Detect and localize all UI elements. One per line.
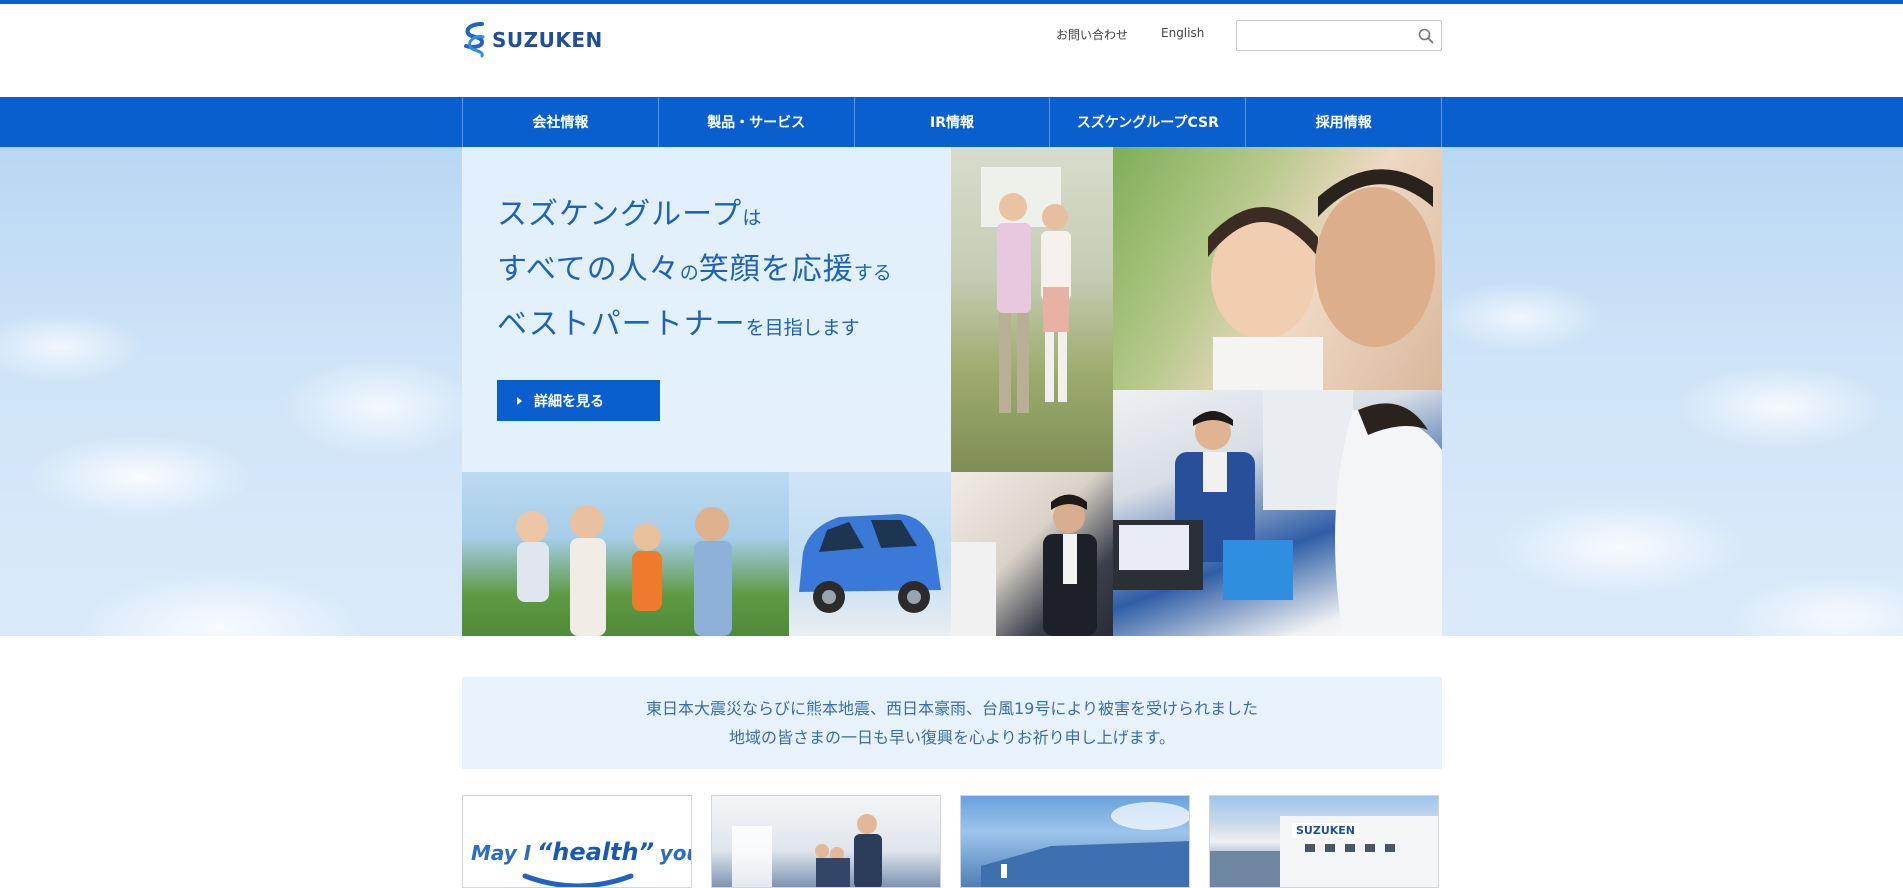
hero-line-2: すべての人々の笑顔を応援する bbox=[497, 242, 892, 297]
nav-item-csr[interactable]: スズケングループCSR bbox=[1050, 97, 1247, 147]
contact-link[interactable]: お問い合わせ bbox=[1056, 26, 1128, 43]
nav-item-ir[interactable]: IR情報 bbox=[855, 97, 1051, 147]
father-daughter-illustration bbox=[1208, 169, 1435, 390]
senior-couple-photo bbox=[951, 147, 1113, 472]
hero-text: スズケングループ bbox=[497, 197, 743, 232]
pharmacy-illustration bbox=[1113, 390, 1442, 636]
global-nav-items: 会社情報 製品・サービス IR情報 スズケングループCSR 採用情報 bbox=[462, 97, 1442, 147]
disaster-notice: 東日本大震災ならびに熊本地震、西日本豪雨、台風19号により被害を受けられました … bbox=[462, 677, 1442, 769]
campaign-card[interactable]: May I “health” you? bbox=[462, 795, 692, 888]
notice-line-2: 地域の皆さまの一日も早い復興を心よりお祈り申し上げます。 bbox=[728, 728, 1176, 747]
search-input[interactable] bbox=[1237, 21, 1407, 50]
logo-text: SUZUKEN bbox=[492, 28, 603, 52]
site-logo[interactable]: SUZUKEN bbox=[462, 18, 603, 62]
logistics-center-card[interactable]: SUZUKEN bbox=[1209, 795, 1439, 888]
site-header: SUZUKEN お問い合わせ English bbox=[462, 4, 1442, 96]
office-staff-illustration bbox=[951, 494, 1097, 636]
hero-text: する bbox=[853, 262, 892, 284]
suzuken-logo-mark-icon bbox=[464, 22, 485, 58]
building-sign: SUZUKEN bbox=[1292, 823, 1360, 838]
hero-tagline: スズケングループは すべての人々の笑顔を応援する ベストパートナーを目指します bbox=[497, 187, 892, 352]
hero-text: すべての人々 bbox=[497, 252, 680, 287]
english-link[interactable]: English bbox=[1161, 26, 1204, 40]
nav-item-products[interactable]: 製品・サービス bbox=[659, 97, 855, 147]
team-card[interactable] bbox=[711, 795, 941, 888]
hero-text: を目指します bbox=[745, 317, 860, 339]
hero-text: ベストパートナー bbox=[497, 307, 746, 342]
hero-text: 笑顔を応援 bbox=[698, 252, 854, 287]
senior-couple-illustration bbox=[981, 167, 1071, 413]
details-button[interactable]: 詳細を見る bbox=[497, 380, 660, 421]
details-button-label: 詳細を見る bbox=[534, 393, 604, 410]
hero-text: の bbox=[679, 262, 699, 284]
building-card[interactable] bbox=[960, 795, 1190, 888]
pharmacy-delivery-photo bbox=[1113, 390, 1442, 636]
search-box bbox=[1236, 20, 1442, 51]
search-icon bbox=[1418, 28, 1434, 44]
hero-section: スズケングループは すべての人々の笑顔を応援する ベストパートナーを目指します … bbox=[0, 147, 1903, 636]
search-button[interactable] bbox=[1415, 25, 1437, 47]
arrow-right-icon bbox=[517, 396, 522, 405]
building-photo-illustration bbox=[981, 802, 1189, 887]
hero-text: は bbox=[742, 207, 762, 229]
notice-line-1: 東日本大震災ならびに熊本地震、西日本豪雨、台風19号により被害を受けられました bbox=[645, 699, 1259, 718]
hero-line-3: ベストパートナーを目指します bbox=[497, 297, 892, 352]
father-daughter-photo bbox=[1113, 147, 1442, 390]
blue-car-illustration bbox=[799, 514, 941, 613]
sales-staff-photo bbox=[951, 472, 1113, 636]
family-illustration bbox=[516, 505, 732, 636]
family-photo bbox=[462, 472, 789, 636]
hero-text-panel: スズケングループは すべての人々の笑顔を応援する ベストパートナーを目指します … bbox=[462, 147, 951, 472]
logistics-building-illustration bbox=[1210, 816, 1438, 887]
global-nav: 会社情報 製品・サービス IR情報 スズケングループCSR 採用情報 bbox=[0, 97, 1903, 147]
team-photo-illustration bbox=[732, 814, 882, 887]
smile-arc-icon bbox=[522, 873, 634, 887]
delivery-car-photo bbox=[789, 472, 951, 636]
nav-item-recruit[interactable]: 採用情報 bbox=[1246, 97, 1442, 147]
hero-line-1: スズケングループは bbox=[497, 187, 892, 242]
nav-item-company[interactable]: 会社情報 bbox=[463, 97, 659, 147]
